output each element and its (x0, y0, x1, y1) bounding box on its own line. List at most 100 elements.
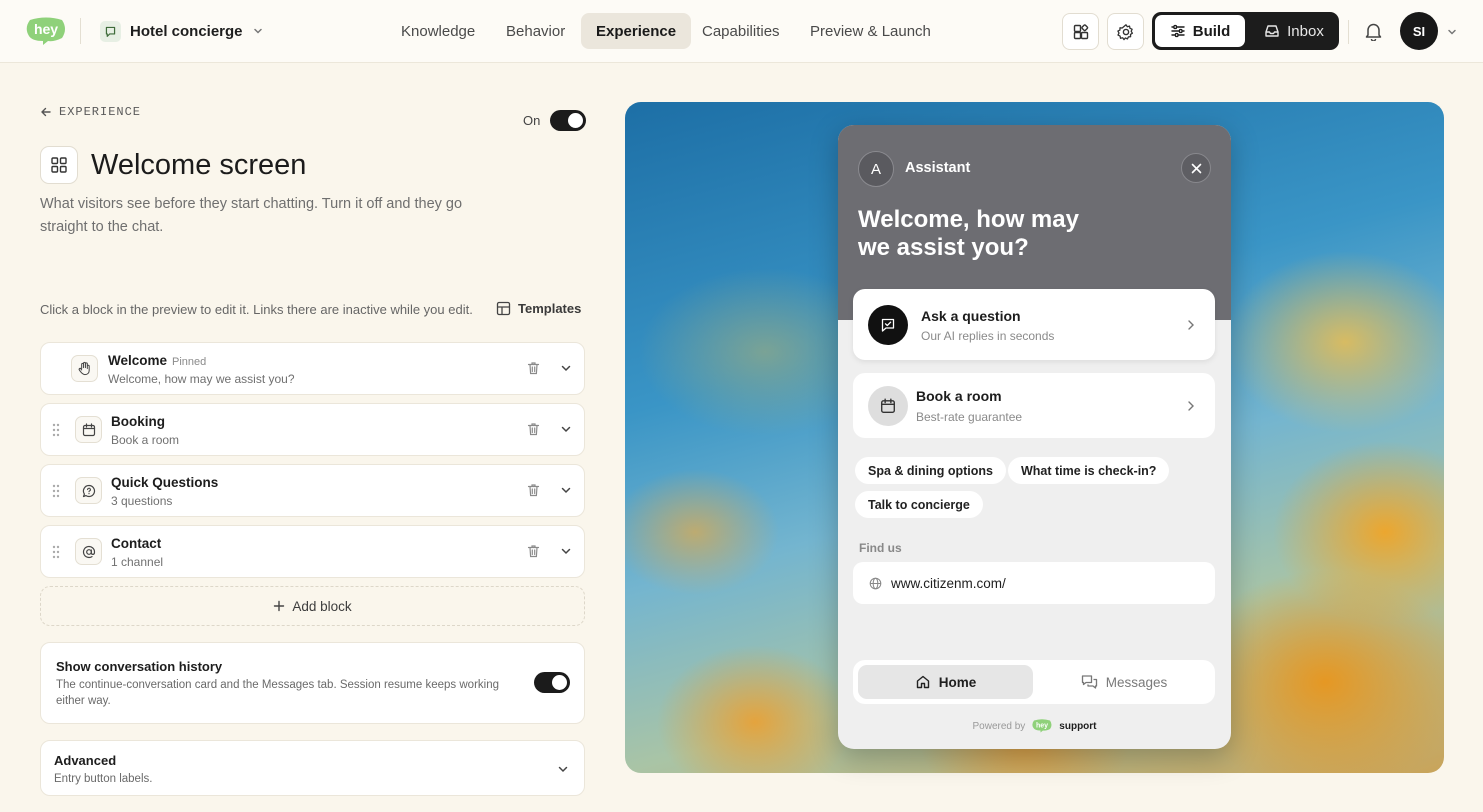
chat-question-icon (75, 477, 102, 504)
settings-button[interactable] (1107, 13, 1144, 50)
calendar-icon (868, 386, 908, 426)
hey-logo[interactable]: hey (24, 16, 68, 46)
quick-question-chip[interactable]: What time is check-in? (1008, 457, 1170, 484)
inbox-mode-button[interactable]: Inbox (1252, 15, 1336, 47)
messages-icon (1081, 674, 1098, 690)
chevron-down-icon[interactable] (560, 484, 572, 496)
chevron-down-icon (252, 25, 264, 37)
card-subtitle: Best-rate guarantee (916, 410, 1023, 424)
block-title: Welcome Pinned (108, 353, 207, 368)
templates-label: Templates (518, 301, 582, 316)
block-welcome[interactable]: Welcome Pinned Welcome, how may we assist… (40, 342, 585, 395)
history-title: Show conversation history (56, 659, 223, 674)
hey-logo[interactable]: hey (1031, 719, 1053, 733)
block-title: Contact (111, 536, 162, 551)
add-block-button[interactable]: Add block (40, 586, 585, 626)
drag-handle-icon[interactable] (51, 544, 61, 560)
templates-button[interactable]: Templates (496, 301, 581, 316)
tab-home[interactable]: Home (858, 665, 1033, 699)
trash-icon[interactable] (527, 361, 540, 375)
top-bar: hey Hotel concierge Knowledge Behavior E… (0, 0, 1483, 63)
chevron-down-icon[interactable] (560, 362, 572, 374)
trash-icon[interactable] (527, 544, 540, 558)
ask-question-card[interactable]: Ask a question Our AI replies in seconds (853, 289, 1215, 360)
history-toggle[interactable] (534, 672, 570, 693)
card-title: Ask a question (921, 308, 1021, 324)
bell-icon[interactable] (1364, 21, 1383, 41)
book-room-card[interactable]: Book a room Best-rate guarantee (853, 373, 1215, 438)
trash-icon[interactable] (527, 422, 540, 436)
page-title: Welcome screen (91, 149, 307, 181)
card-subtitle: Our AI replies in seconds (921, 329, 1055, 343)
close-button[interactable] (1181, 153, 1211, 183)
chat-check-icon (868, 305, 908, 345)
page-description: What visitors see before they start chat… (40, 196, 463, 235)
powered-by: Powered by hey support (838, 719, 1231, 733)
block-subtitle: 3 questions (111, 494, 173, 508)
tab-messages[interactable]: Messages (1039, 665, 1209, 699)
assistant-name: Assistant (905, 160, 971, 176)
nav-knowledge[interactable]: Knowledge (386, 13, 490, 49)
chevron-right-icon (1186, 400, 1196, 412)
find-us-label: Find us (859, 541, 902, 555)
welcome-screen-toggle[interactable] (550, 110, 586, 131)
block-contact[interactable]: Contact 1 channel (40, 525, 585, 578)
history-description: The continue-conversation card and the M… (56, 679, 499, 707)
add-block-label: Add block (292, 598, 352, 614)
pinned-badge: Pinned (172, 356, 207, 368)
grid-plus-icon (1072, 23, 1090, 41)
block-subtitle: Book a room (111, 433, 180, 447)
integrations-button[interactable] (1062, 13, 1099, 50)
home-icon (915, 674, 931, 690)
chevron-down-icon[interactable] (560, 545, 572, 557)
block-quick-questions[interactable]: Quick Questions 3 questions (40, 464, 585, 517)
quick-question-chip[interactable]: Spa & dining options (855, 457, 1006, 484)
toggle-label: On (523, 113, 541, 128)
inbox-label: Inbox (1287, 22, 1324, 40)
advanced-title: Advanced (54, 753, 117, 768)
drag-handle-icon[interactable] (51, 422, 61, 438)
assistant-avatar: A (858, 151, 894, 187)
block-title: Quick Questions (111, 475, 219, 490)
tab-messages-label: Messages (1105, 674, 1168, 690)
inbox-icon (1264, 23, 1280, 39)
back-breadcrumb[interactable]: EXPERIENCE (40, 105, 141, 119)
brand-name: support (1059, 720, 1097, 732)
gear-icon (1116, 23, 1135, 41)
arrow-left-icon (40, 106, 52, 118)
quick-question-chip[interactable]: Talk to concierge (855, 491, 983, 518)
website-url: www.citizenm.com/ (891, 575, 1006, 591)
build-mode-button[interactable]: Build (1155, 15, 1245, 47)
chevron-down-icon[interactable] (1446, 26, 1458, 38)
trash-icon[interactable] (527, 483, 540, 497)
drag-handle-icon[interactable] (51, 483, 61, 499)
chevron-down-icon[interactable] (560, 423, 572, 435)
project-name: Hotel concierge (130, 22, 243, 40)
project-selector[interactable]: Hotel concierge (100, 19, 264, 43)
calendar-icon (75, 416, 102, 443)
nav-experience[interactable]: Experience (581, 13, 692, 49)
advanced-section[interactable]: Advanced Entry button labels. (40, 740, 585, 796)
block-booking[interactable]: Booking Book a room (40, 403, 585, 456)
welcome-title: Welcome, how may we assist you? (858, 206, 1079, 261)
nav-capabilities[interactable]: Capabilities (687, 13, 795, 49)
widget-tab-bar: Home Messages (853, 660, 1215, 704)
divider (1348, 20, 1349, 44)
globe-icon (869, 577, 882, 590)
layout-icon (496, 301, 511, 316)
block-subtitle: 1 channel (111, 555, 164, 569)
chat-widget-preview: A Assistant Welcome, how may we assist y… (838, 125, 1231, 749)
hand-icon (71, 355, 98, 382)
nav-behavior[interactable]: Behavior (491, 13, 580, 49)
divider (80, 18, 81, 44)
user-avatar[interactable]: SI (1400, 12, 1438, 50)
brand-logo-text: hey (1036, 723, 1048, 730)
editing-hint: Click a block in the preview to edit it.… (40, 302, 473, 317)
tab-home-label: Home (938, 674, 977, 690)
nav-preview-launch[interactable]: Preview & Launch (795, 13, 946, 49)
chevron-down-icon[interactable] (557, 763, 569, 775)
advanced-description: Entry button labels. (54, 773, 153, 785)
chat-bubble-icon (100, 20, 121, 42)
website-link[interactable]: www.citizenm.com/ (853, 562, 1215, 604)
block-title: Booking (111, 414, 165, 429)
